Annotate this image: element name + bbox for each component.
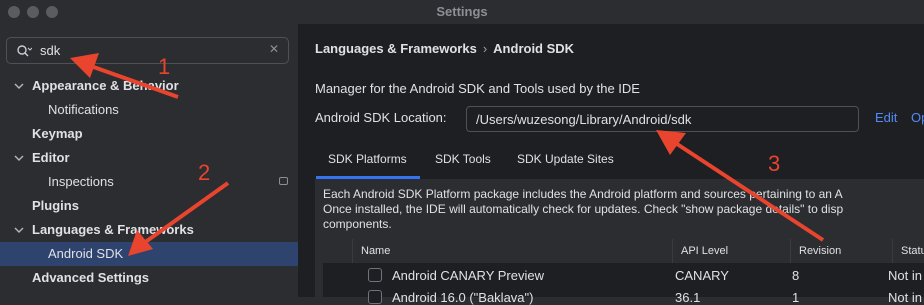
sidebar-item-languages-frameworks[interactable]: Languages & Frameworks — [0, 218, 298, 242]
search-icon — [17, 45, 32, 57]
row-api-level: 36.1 — [675, 290, 701, 305]
panel-description-line: Each Android SDK Platform package includ… — [323, 187, 843, 201]
settings-content: Languages & Frameworks › Android SDK Manag… — [299, 24, 924, 305]
sidebar-item-label: Editor — [32, 150, 70, 165]
search-value: sdk — [40, 43, 61, 58]
row-checkbox[interactable] — [368, 268, 382, 282]
sdk-location-value: /Users/wuzesong/Library/Android/sdk — [476, 112, 692, 127]
row-name: Android 16.0 ("Baklava") — [392, 290, 534, 305]
row-name: Android CANARY Preview — [392, 268, 544, 283]
optimize-link[interactable]: Op — [911, 110, 924, 125]
column-header-api-level[interactable]: API Level — [673, 239, 791, 263]
sdk-platforms-table: Name API Level Revision Status Android C… — [323, 239, 924, 305]
row-checkbox[interactable] — [368, 290, 382, 304]
row-api-level: CANARY — [675, 268, 729, 283]
sidebar-item-label: Notifications — [48, 102, 119, 117]
column-header-status[interactable]: Status — [893, 239, 924, 263]
sidebar-item-appearance-behavior[interactable]: Appearance & Behavior — [0, 74, 298, 98]
sidebar-item-editor[interactable]: Editor — [0, 146, 298, 170]
sidebar-item-keymap[interactable]: Keymap — [0, 122, 298, 146]
tab-sdk-tools[interactable]: SDK Tools — [435, 143, 491, 179]
settings-sidebar: sdk ✕ Appearance & Behavior Notification… — [0, 24, 298, 297]
edit-link[interactable]: Edit — [875, 110, 897, 125]
panel-description-line: Once installed, the IDE will automatical… — [323, 202, 844, 216]
column-header-checkbox[interactable] — [323, 239, 353, 263]
sidebar-item-label: Inspections — [48, 174, 114, 189]
breadcrumb: Languages & Frameworks › Android SDK — [315, 41, 574, 56]
sidebar-item-plugins[interactable]: Plugins — [0, 194, 298, 218]
sdk-location-field[interactable]: /Users/wuzesong/Library/Android/sdk — [466, 106, 859, 132]
breadcrumb-separator: › — [482, 41, 488, 56]
sidebar-item-advanced-settings[interactable]: Advanced Settings — [0, 266, 298, 290]
sidebar-item-label: Languages & Frameworks — [32, 222, 194, 237]
sidebar-item-notifications[interactable]: Notifications — [0, 98, 298, 122]
column-header-revision[interactable]: Revision — [791, 239, 893, 263]
project-settings-icon — [279, 177, 288, 185]
window-title: Settings — [436, 4, 488, 19]
chevron-down-icon[interactable] — [13, 146, 25, 170]
sidebar-item-label: Android SDK — [48, 246, 124, 261]
sidebar-item-label: Appearance & Behavior — [32, 78, 179, 93]
column-header-name[interactable]: Name — [353, 239, 673, 263]
sidebar-item-label: Keymap — [32, 126, 83, 141]
sdk-location-label: Android SDK Location: — [315, 110, 447, 125]
sidebar-item-inspections[interactable]: Inspections — [0, 170, 298, 194]
sdk-platforms-panel: Each Android SDK Platform package includ… — [315, 179, 924, 305]
sidebar-item-android-sdk[interactable]: Android SDK — [0, 242, 298, 266]
tab-sdk-update-sites[interactable]: SDK Update Sites — [517, 143, 614, 179]
row-status: Not in — [888, 268, 922, 283]
breadcrumb-parent[interactable]: Languages & Frameworks — [315, 41, 477, 56]
chevron-down-icon[interactable] — [13, 218, 25, 242]
search-input[interactable]: sdk ✕ — [6, 37, 289, 64]
clear-search-icon[interactable]: ✕ — [269, 42, 279, 56]
tab-sdk-platforms[interactable]: SDK Platforms — [316, 143, 420, 179]
sidebar-item-label: Plugins — [32, 198, 79, 213]
row-revision: 1 — [792, 290, 800, 305]
breadcrumb-current: Android SDK — [493, 41, 575, 56]
chevron-down-icon[interactable] — [13, 74, 25, 98]
row-revision: 8 — [792, 268, 800, 283]
panel-description-line: components. — [323, 217, 392, 231]
row-status: Not in — [888, 290, 922, 305]
page-description: Manager for the Android SDK and Tools us… — [315, 81, 640, 96]
sidebar-item-label: Advanced Settings — [32, 270, 150, 285]
title-bar: Settings — [0, 0, 924, 24]
